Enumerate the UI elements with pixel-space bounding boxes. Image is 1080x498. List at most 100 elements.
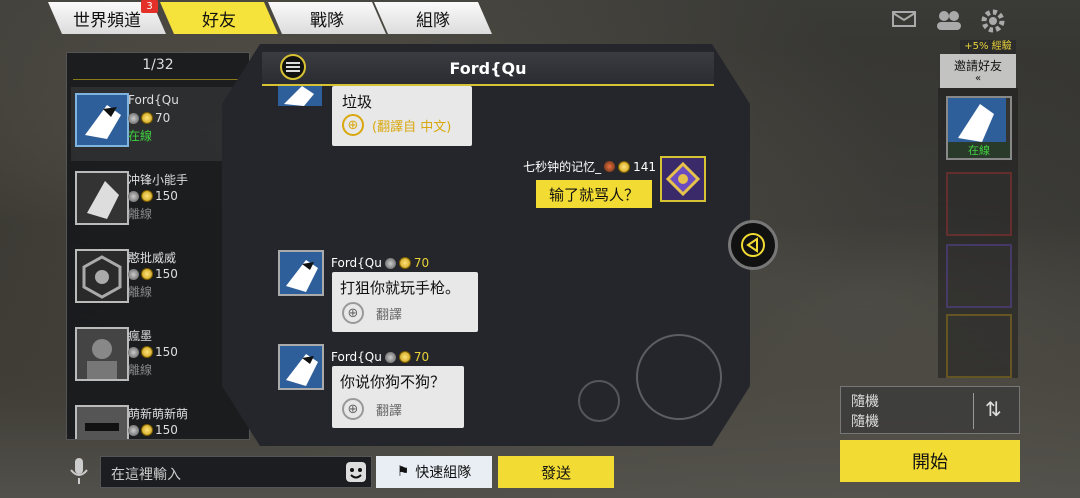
quick-team-label: 快速組隊 [415,465,472,481]
send-button[interactable]: 發送 [498,456,614,488]
friend-level: 150 [128,423,178,437]
message-bubble[interactable]: 你说你狗不狗？ ⊕ 翻譯 [332,366,464,428]
rank-icon [128,268,139,280]
chat-header: Ford{Qu [262,52,714,86]
team-slot[interactable] [946,172,1012,236]
friend-name: 瘋墨 [128,329,153,343]
tab-label: 世界頻道 [73,10,141,31]
invite-friend-button[interactable]: 邀請好友 « [940,54,1016,88]
message-bubble[interactable]: 打狙你就玩手枪。 ⊕ 翻譯 [332,272,478,332]
globe-icon: ⊕ [342,398,364,420]
rank-icon [604,161,616,172]
rank-icon [128,190,139,202]
team-slot[interactable] [946,244,1012,308]
level-star-icon [398,351,411,363]
level-star-icon [141,424,153,436]
sender-line: Ford{Qu 70 [331,256,429,270]
friend-status: 在線 [128,129,153,143]
aim-circle-icon [578,380,620,422]
exp-bonus: +5% 經驗 [960,40,1016,54]
chat-input[interactable]: 在這裡輸入 [100,456,372,488]
friend-level: 70 [128,111,170,125]
collapse-panel-button[interactable] [728,220,778,270]
level-star-icon [141,346,153,358]
friend-name: 萌新萌新萌 [128,407,189,421]
friend-name: Ford{Qu [128,93,179,107]
tab-friends[interactable]: 好友 [160,2,278,34]
avatar [278,344,324,390]
mode-line1: 隨機 [851,394,879,410]
team-slot[interactable]: 在線 [946,96,1012,160]
gear-icon[interactable] [980,8,1006,34]
friend-status: 離線 [128,285,153,299]
message-text: 打狙你就玩手枪。 [340,279,461,297]
avatar [278,86,322,106]
quick-team-button[interactable]: ⚑ 快速組隊 [376,456,492,488]
friend-count: 1/32 [142,57,174,73]
mode-selector[interactable]: 隨機 隨機 ⇅ [840,386,1020,434]
sender-name: 七秒钟的记忆_ [523,160,602,174]
flag-icon: ⚑ [396,464,410,480]
menu-list-icon[interactable] [280,54,306,80]
avatar [278,250,324,296]
rank-icon [128,112,139,124]
level-star-icon [618,160,631,173]
tab-label: 組隊 [416,10,450,31]
friend-item[interactable]: 冲锋小能手 150 離線 [71,165,247,239]
avatar [660,156,706,202]
sender-name: Ford{Qu [331,350,382,364]
team-slot[interactable] [946,314,1012,378]
emoji-icon[interactable] [345,461,367,483]
avatar [75,249,129,303]
tab-label: 好友 [202,10,236,31]
avatar [75,405,129,439]
double-chevron-left-icon: « [974,73,982,84]
team-slots: 在線 [938,88,1018,378]
friend-status: 離線 [128,207,153,221]
sender-level: 70 [413,256,430,270]
level-star-icon [398,257,411,269]
translate-link[interactable]: ⊕ (翻譯自 中文) [342,114,451,136]
triangle-left-icon [741,233,765,257]
mode-line2: 隨機 [851,414,879,430]
avatar [75,327,129,381]
translate-label: 翻譯 [376,307,403,323]
microphone-icon[interactable] [66,456,92,486]
friend-level: 150 [128,189,178,203]
friend-status: 離線 [128,363,153,377]
sender-level: 141 [633,159,656,174]
globe-icon: ⊕ [342,114,364,136]
rank-icon [384,257,396,269]
friend-item[interactable]: 萌新萌新萌 150 [71,399,247,439]
friend-item[interactable]: 憨批威威 150 離線 [71,243,247,317]
level-star-icon [141,268,153,280]
invite-label: 邀請好友 [953,59,1002,73]
friend-item[interactable]: 瘋墨 150 離線 [71,321,247,395]
sender-line: Ford{Qu 70 [331,350,429,364]
message-text: 你说你狗不狗？ [340,373,446,391]
translate-label: (翻譯自 中文) [372,119,452,135]
friends-icon[interactable] [934,8,964,32]
sender-line: 七秒钟的记忆_ 141 [500,158,656,175]
translate-label: 翻譯 [376,403,403,419]
message-bubble[interactable]: 垃圾 ⊕ (翻譯自 中文) [332,86,472,146]
rank-icon [128,424,139,436]
message-bubble[interactable]: 输了就骂人？ [536,180,652,208]
level-star-icon [141,190,153,202]
rank-icon [384,351,396,363]
translate-link[interactable]: ⊕ 翻譯 [342,302,402,324]
friend-item[interactable]: Ford{Qu 70 在線 [71,87,247,161]
mail-icon[interactable] [892,10,918,28]
level-star-icon [141,112,153,124]
avatar [75,171,129,225]
rank-icon [128,346,139,358]
tab-team[interactable]: 組隊 [374,2,492,34]
friend-name: 冲锋小能手 [128,173,189,187]
friend-level: 150 [128,345,178,359]
friend-name: 憨批威威 [128,251,177,265]
translate-link[interactable]: ⊕ 翻譯 [342,398,402,420]
tab-label: 戰隊 [310,10,344,31]
joystick-icon [636,334,722,420]
start-button[interactable]: 開始 [840,440,1020,482]
tab-clan[interactable]: 戰隊 [268,2,386,34]
